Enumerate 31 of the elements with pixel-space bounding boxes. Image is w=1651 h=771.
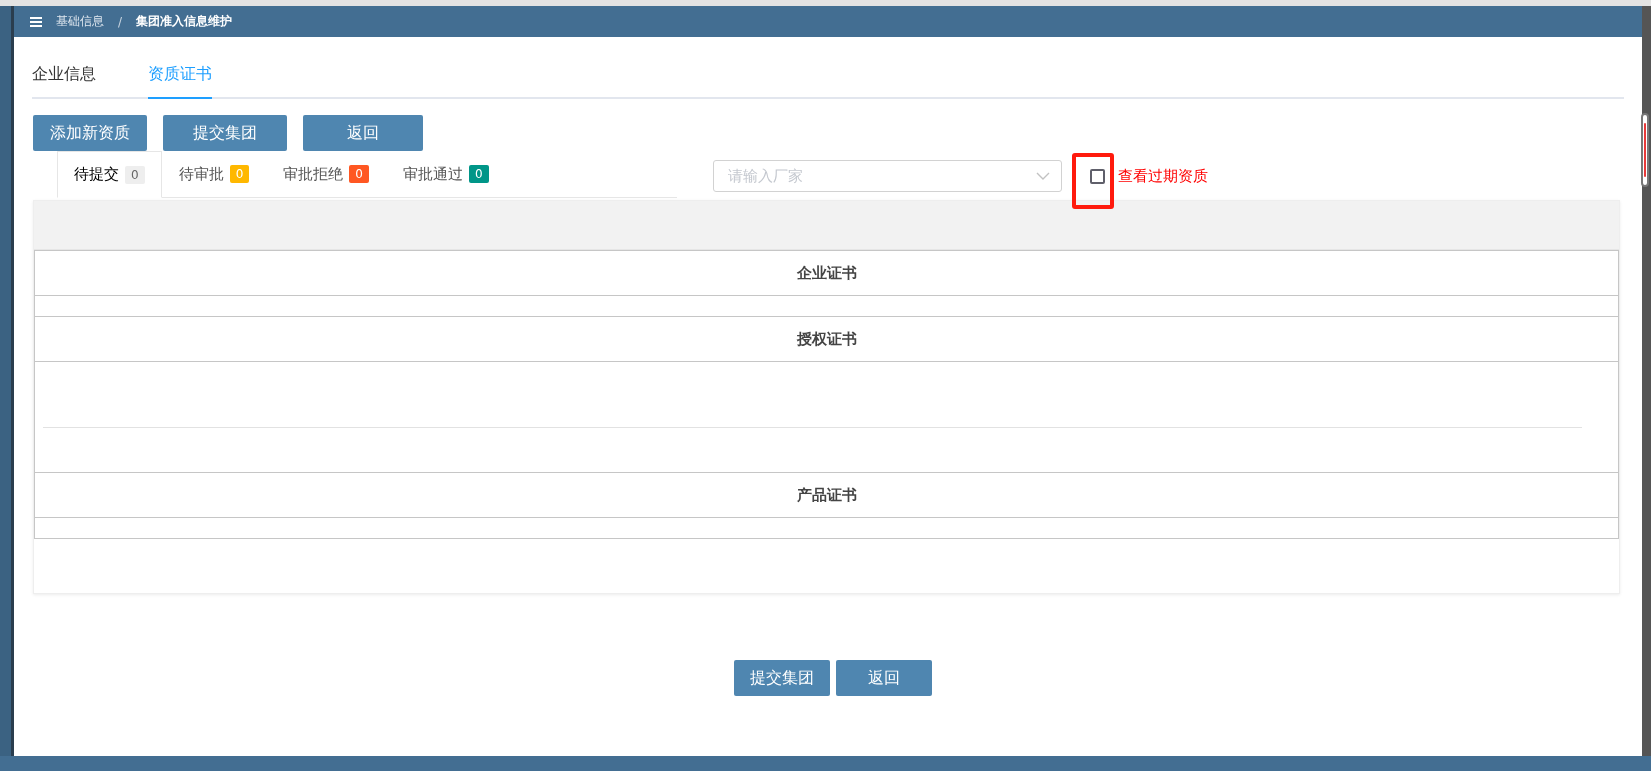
- status-tab[interactable]: 待审批 0: [161, 151, 267, 197]
- toolbar-button[interactable]: 返回: [303, 115, 423, 151]
- count-badge: 0: [349, 165, 369, 183]
- footer-button[interactable]: 返回: [836, 660, 932, 696]
- section-title: 企业证书: [35, 250, 1618, 295]
- count-badge: 0: [468, 165, 489, 183]
- menu-icon[interactable]: [30, 16, 42, 27]
- status-tab-label: 待审批: [178, 164, 224, 184]
- tab[interactable]: 资质证书: [148, 59, 212, 99]
- count-badge: 0: [125, 165, 145, 184]
- status-tab[interactable]: 审批通过 0: [385, 151, 506, 197]
- status-tab[interactable]: 待提交 0: [57, 151, 162, 198]
- toolbar-button[interactable]: 提交集团: [163, 115, 287, 151]
- checkbox[interactable]: [1090, 168, 1105, 184]
- chevron-down-icon: [1036, 172, 1050, 180]
- checkbox-label[interactable]: 查看过期资质: [1118, 166, 1208, 186]
- scrollbar[interactable]: [1641, 113, 1649, 187]
- section-title: 授权证书: [35, 316, 1618, 361]
- breadcrumb-separator: /: [118, 14, 123, 29]
- count-badge: 0: [229, 165, 250, 183]
- status-tab-label: 审批通过: [402, 164, 463, 184]
- section-title: 产品证书: [35, 472, 1618, 517]
- tab[interactable]: 企业信息: [32, 59, 96, 97]
- status-tab[interactable]: 审批拒绝 0: [266, 151, 386, 197]
- toolbar-button[interactable]: 添加新资质: [33, 115, 147, 151]
- breadcrumb-item: 集团准入信息维护: [136, 13, 233, 30]
- status-tab-label: 待提交: [74, 165, 119, 184]
- breadcrumb-item[interactable]: 基础信息: [56, 13, 104, 30]
- status-tab-label: 审批拒绝: [283, 164, 344, 184]
- footer-button[interactable]: 提交集团: [734, 660, 830, 696]
- manufacturer-select[interactable]: 请输入厂家: [713, 160, 1062, 192]
